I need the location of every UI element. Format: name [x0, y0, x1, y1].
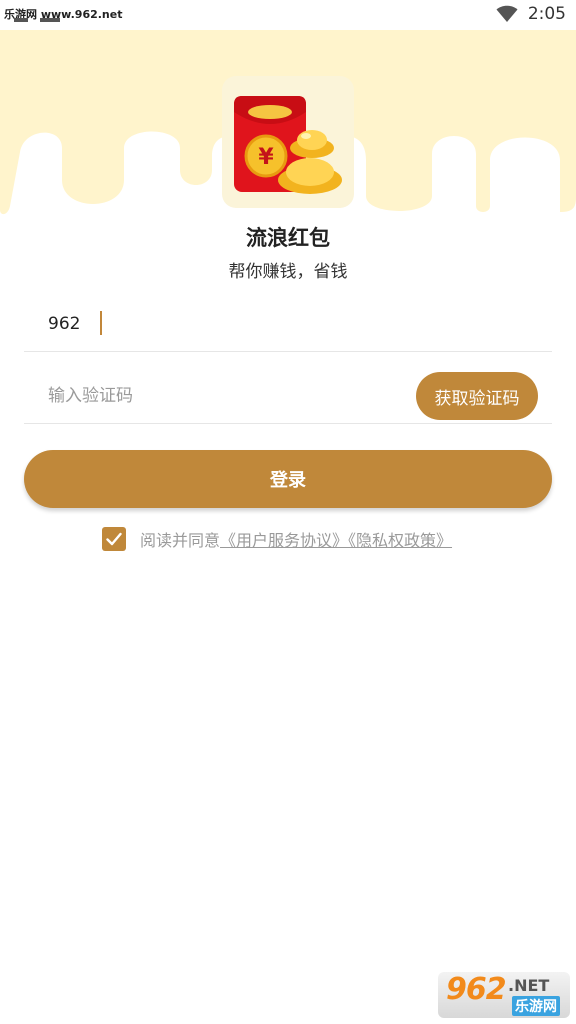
red-envelope-gold-ingot-icon: ¥ [234, 96, 342, 194]
login-button[interactable]: 登录 [24, 450, 552, 508]
agreement-row: 阅读并同意 《用户服务协议》《隐私权政策》 [102, 526, 452, 552]
text-caret [100, 311, 102, 335]
status-right: 2:05 [496, 4, 566, 24]
code-field: 获取验证码 [24, 368, 552, 424]
phone-input[interactable] [48, 304, 428, 344]
app-slogan: 帮你赚钱，省钱 [228, 262, 348, 282]
site-watermark-logo: 962 .NET 乐游网 [438, 972, 570, 1018]
svg-text:¥: ¥ [258, 145, 274, 170]
notification-icons [14, 18, 60, 24]
clock: 2:05 [527, 4, 566, 24]
status-bar: 乐游网 www.962.net 2:05 [0, 0, 576, 30]
wifi-icon [496, 5, 518, 22]
watermark-number: 962 [446, 972, 507, 1007]
agreement-links[interactable]: 《用户服务协议》《隐私权政策》 [220, 527, 452, 551]
phone-field [24, 296, 552, 352]
watermark-net: .NET [508, 976, 550, 995]
app-name: 流浪红包 [246, 226, 330, 250]
app-logo: ¥ [222, 76, 354, 208]
verification-code-input[interactable] [48, 376, 428, 416]
agreement-text: 阅读并同意 [140, 531, 221, 550]
watermark-cn: 乐游网 [512, 996, 560, 1016]
get-code-button[interactable]: 获取验证码 [416, 372, 538, 420]
check-icon [106, 532, 122, 546]
agreement-checkbox[interactable] [102, 527, 126, 551]
